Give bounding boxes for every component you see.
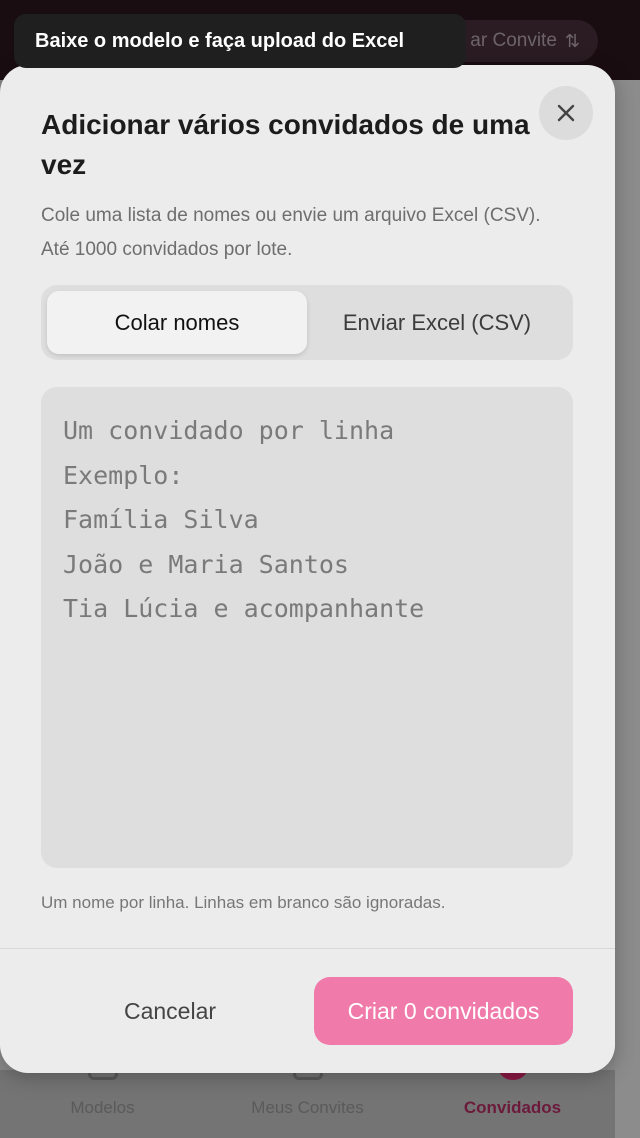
cancel-button[interactable]: Cancelar bbox=[60, 977, 280, 1045]
guest-names-input[interactable] bbox=[41, 387, 573, 868]
tab-upload-csv[interactable]: Enviar Excel (CSV) bbox=[307, 291, 567, 354]
tooltip-text: Baixe o modelo e faça upload do Excel bbox=[35, 29, 404, 52]
nav-label: Modelos bbox=[70, 1098, 135, 1117]
footer-divider bbox=[0, 948, 615, 949]
nav-item-convidados[interactable]: Convidados bbox=[410, 1064, 615, 1138]
modal-description: Cole uma lista de nomes ou envie um arqu… bbox=[41, 205, 541, 260]
input-mode-tabs: Colar nomes Enviar Excel (CSV) bbox=[41, 285, 573, 360]
bulk-add-guests-modal: Adicionar vários convidados de uma vez C… bbox=[0, 65, 615, 1073]
backdrop-edge bbox=[615, 80, 640, 1138]
nav-label: Convidados bbox=[463, 1098, 562, 1117]
sort-icon: ⇅ bbox=[564, 30, 580, 51]
nav-label: Meus Convites bbox=[251, 1098, 364, 1117]
download-template-tooltip: Baixe o modelo e faça upload do Excel bbox=[14, 14, 466, 68]
nav-item-modelos[interactable]: Modelos bbox=[0, 1064, 205, 1138]
tab-paste-names[interactable]: Colar nomes bbox=[47, 291, 307, 354]
modal-title: Adicionar vários convidados de uma vez bbox=[41, 109, 530, 180]
bottom-navigation: Modelos Meus Convites Convidados bbox=[0, 1064, 615, 1138]
create-guests-button[interactable]: Criar 0 convidados bbox=[314, 977, 573, 1045]
nav-item-meus-convites[interactable]: Meus Convites bbox=[205, 1064, 410, 1138]
header-action-label: ar Convite bbox=[470, 30, 557, 51]
input-hint: Um nome por linha. Linhas em branco são … bbox=[41, 893, 446, 912]
